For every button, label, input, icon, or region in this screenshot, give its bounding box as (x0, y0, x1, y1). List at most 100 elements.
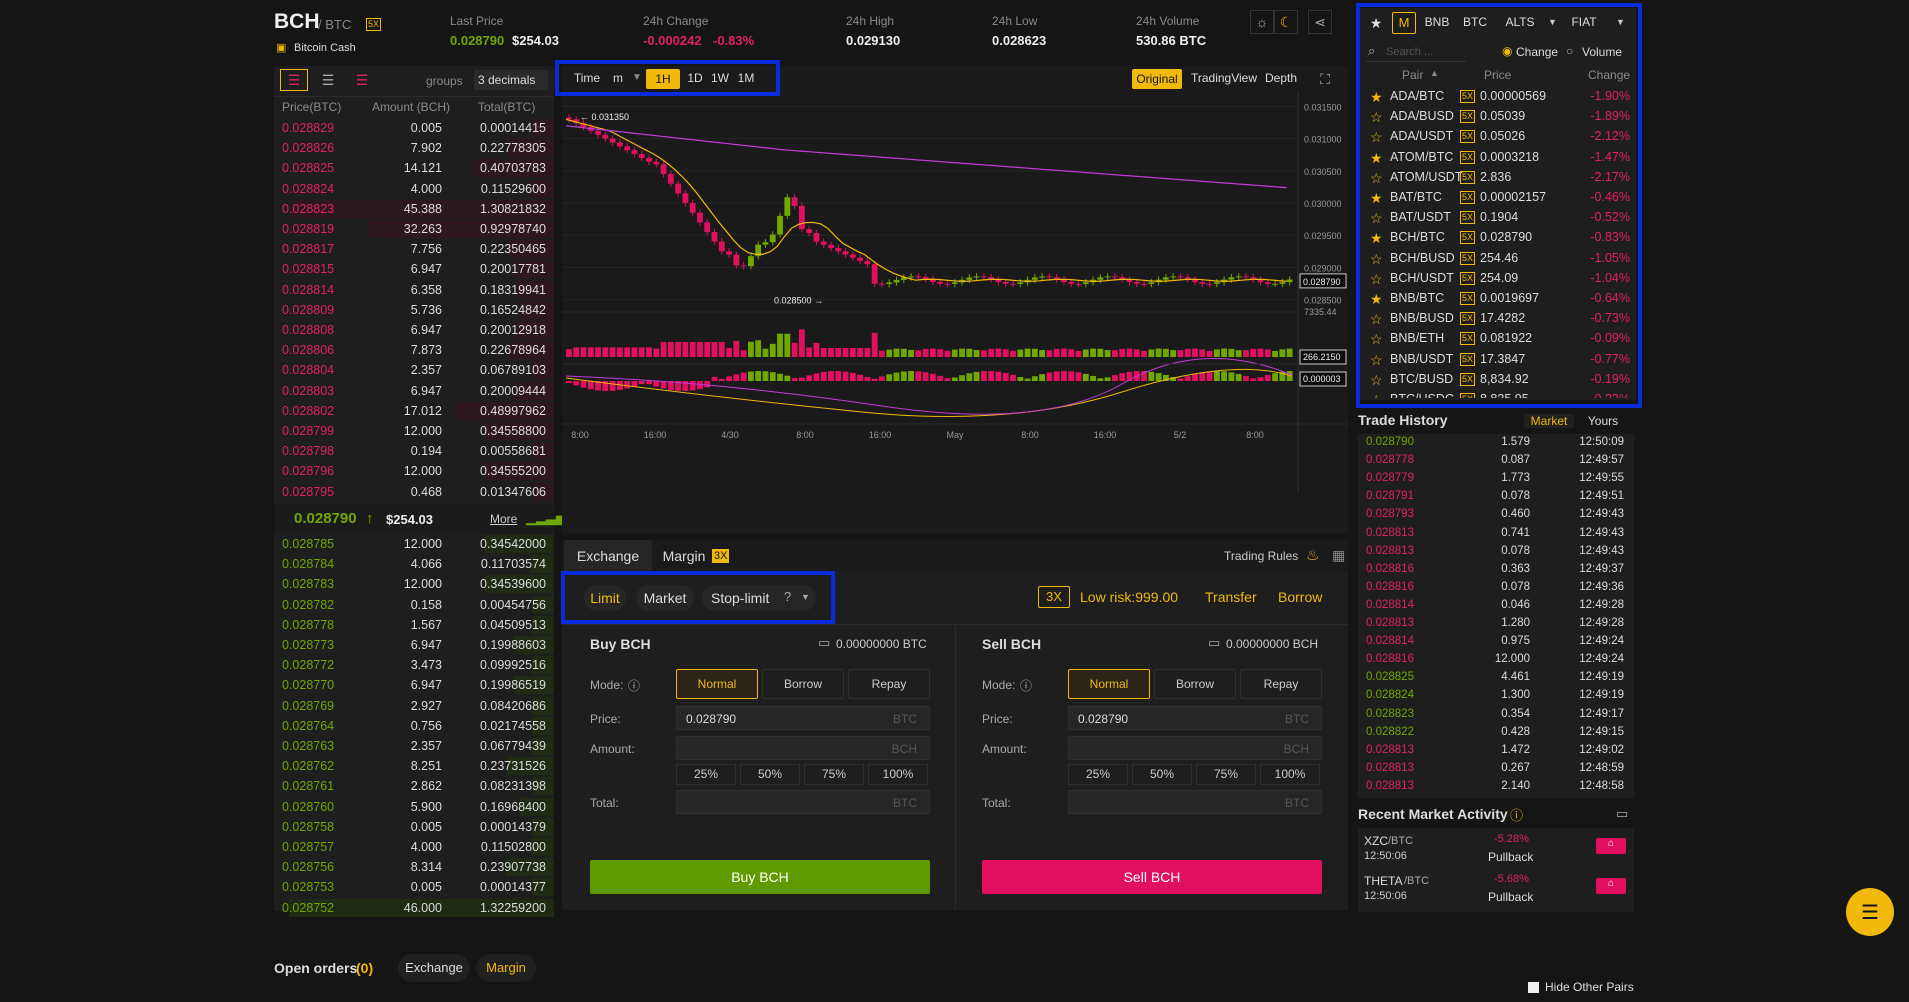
pair-row[interactable]: ★ ADA/BTC 5X 0.00000569 -1.90% (1360, 86, 1636, 106)
price-input[interactable]: 0.028790 BTC (676, 706, 930, 730)
market-search[interactable]: ⌕ Search ... (1366, 42, 1466, 62)
orderbook-row[interactable]: 0.028799 12.000 0.34558800 (274, 421, 554, 441)
market-tab-alts[interactable]: ALTS (1500, 15, 1540, 29)
orderbook-row[interactable]: 0.028823 45.388 1.30821832 (274, 199, 554, 219)
sell-button[interactable]: Sell BCH (982, 860, 1322, 894)
activity-item[interactable]: XZC/BTC 12:50:06 -5.28% Pullback ⌂ (1358, 830, 1634, 870)
order-type-limit[interactable]: Limit (584, 585, 626, 611)
col-price-header[interactable]: Price (1484, 68, 1511, 82)
book-both-icon[interactable]: ☰ (280, 69, 308, 91)
orderbook-row[interactable]: 0.028826 7.902 0.22778305 (274, 138, 554, 158)
orderbook-row[interactable]: 0.028804 2.357 0.06789103 (274, 360, 554, 380)
hide-pairs-checkbox[interactable] (1528, 982, 1539, 993)
orderbook-row[interactable]: 0.028761 2.862 0.08231398 (274, 776, 554, 796)
chevron-down-icon[interactable]: ▼ (632, 72, 642, 83)
radio-volume-label[interactable]: Volume (1582, 45, 1622, 59)
leverage-button[interactable]: 3X (1038, 586, 1070, 608)
more-link[interactable]: More (490, 512, 517, 526)
percent-100[interactable]: 100% (868, 764, 928, 785)
pair-row[interactable]: ☆ ADA/BUSD 5X 0.05039 -1.89% (1360, 106, 1636, 126)
dark-theme-icon[interactable]: ☾ (1274, 10, 1298, 34)
orderbook-row[interactable]: 0.028806 7.873 0.22678964 (274, 340, 554, 360)
col-change-header[interactable]: Change (1588, 68, 1630, 82)
percent-50[interactable]: 50% (1132, 764, 1192, 785)
radio-change-icon[interactable]: ◉ (1502, 44, 1512, 58)
book-asks-icon[interactable]: ☰ (348, 69, 376, 91)
orderbook-row[interactable]: 0.028819 32.263 0.92978740 (274, 219, 554, 239)
history-tab-yours[interactable]: Yours (1580, 414, 1626, 428)
interval-1m[interactable]: 1M (734, 71, 758, 85)
pair-row[interactable]: ☆ BNB/BUSD 5X 17.4282 -0.73% (1360, 308, 1636, 328)
hide-pairs-label[interactable]: Hide Other Pairs (1545, 980, 1634, 994)
star-icon[interactable]: ☆ (1370, 109, 1383, 126)
orderbook-row[interactable]: 0.028798 0.194 0.00558681 (274, 441, 554, 461)
star-icon[interactable]: ☆ (1370, 372, 1383, 389)
market-tab-fiat[interactable]: FIAT (1564, 15, 1604, 29)
orderbook-row[interactable]: 0.028758 0.005 0.00014379 (274, 817, 554, 837)
percent-100[interactable]: 100% (1260, 764, 1320, 785)
sort-asc-icon[interactable]: ▲ (1430, 68, 1439, 78)
orderbook-row[interactable]: 0.028802 17.012 0.48997962 (274, 401, 554, 421)
mode-borrow[interactable]: Borrow (762, 669, 844, 699)
star-icon[interactable]: ☆ (1370, 210, 1383, 227)
star-icon[interactable]: ☆ (1370, 311, 1383, 328)
star-icon[interactable]: ☆ (1370, 352, 1383, 369)
trading-rules-link[interactable]: Trading Rules (1224, 549, 1298, 563)
radio-volume-icon[interactable]: ○ (1566, 44, 1573, 58)
orderbook-row[interactable]: 0.028817 7.756 0.22350465 (274, 239, 554, 259)
pair-row[interactable]: ☆ BAT/USDT 5X 0.1904 -0.52% (1360, 207, 1636, 227)
help-icon[interactable]: ⓘ (1510, 805, 1523, 824)
interval-1h[interactable]: 1H (646, 69, 680, 89)
pair-row[interactable]: ★ ATOM/BTC 5X 0.0003218 -1.47% (1360, 147, 1636, 167)
orderbook-row[interactable]: 0.028803 6.947 0.20009444 (274, 381, 554, 401)
view-original[interactable]: Original (1132, 69, 1182, 89)
orderbook-row[interactable]: 0.028756 8.314 0.23907738 (274, 857, 554, 877)
orderbook-row[interactable]: 0.028783 12.000 0.34539600 (274, 574, 554, 594)
chevron-down-icon[interactable]: ▼ (801, 592, 810, 602)
mode-normal[interactable]: Normal (1068, 669, 1150, 699)
orderbook-row[interactable]: 0.028825 14.121 0.40703783 (274, 158, 554, 178)
chat-support-icon[interactable]: ☰ (1846, 888, 1894, 936)
orderbook-row[interactable]: 0.028782 0.158 0.00454756 (274, 595, 554, 615)
amount-input[interactable]: BCH (1068, 736, 1322, 760)
percent-25[interactable]: 25% (1068, 764, 1128, 785)
pair-row[interactable]: ☆ BNB/USDT 5X 17.3847 -0.77% (1360, 349, 1636, 369)
percent-50[interactable]: 50% (740, 764, 800, 785)
orderbook-row[interactable]: 0.028764 0.756 0.02174558 (274, 716, 554, 736)
total-input[interactable]: BTC (1068, 790, 1322, 814)
pair-row[interactable]: ☆ ATOM/USDT 5X 2.836 -2.17% (1360, 167, 1636, 187)
price-input[interactable]: 0.028790 BTC (1068, 706, 1322, 730)
star-icon[interactable]: ★ (1370, 150, 1383, 167)
orderbook-row[interactable]: 0.028796 12.000 0.34555200 (274, 461, 554, 481)
mode-normal[interactable]: Normal (676, 669, 758, 699)
star-icon[interactable]: ★ (1370, 190, 1383, 207)
light-theme-icon[interactable]: ☼ (1250, 10, 1274, 34)
orderbook-row[interactable]: 0.028752 46.000 1.32259200 (274, 898, 554, 918)
pair-row[interactable]: ☆ BTC/BUSD 5X 8,834.92 -0.19% (1360, 369, 1636, 389)
pair-row[interactable]: ☆ ADA/USDT 5X 0.05026 -2.12% (1360, 126, 1636, 146)
orderbook-row[interactable]: 0.028795 0.468 0.01347606 (274, 482, 554, 502)
orderbook-row[interactable]: 0.028808 6.947 0.20012918 (274, 320, 554, 340)
order-type-stoplimit[interactable]: Stop-limit ? ▼ (702, 585, 816, 611)
orderbook-row[interactable]: 0.028757 4.000 0.11502800 (274, 837, 554, 857)
orderbook-row[interactable]: 0.028753 0.005 0.00014377 (274, 877, 554, 897)
time-button[interactable]: Time (570, 71, 604, 85)
orderbook-row[interactable]: 0.028829 0.005 0.00014415 (274, 118, 554, 138)
star-icon[interactable]: ☆ (1370, 392, 1383, 398)
mode-repay[interactable]: Repay (1240, 669, 1322, 699)
orderbook-row[interactable]: 0.028809 5.736 0.16524842 (274, 300, 554, 320)
orderbook-row[interactable]: 0.028772 3.473 0.09992516 (274, 655, 554, 675)
share-icon[interactable]: ⋖ (1308, 10, 1332, 34)
book-bids-icon[interactable]: ☰ (314, 69, 342, 91)
transfer-link[interactable]: Transfer (1205, 589, 1257, 605)
chevron-down-icon[interactable]: ▼ (1548, 17, 1557, 27)
tab-margin[interactable]: Margin (658, 540, 710, 572)
fullscreen-icon[interactable]: ⛶ (1314, 69, 1336, 89)
coin-name[interactable]: Bitcoin Cash (294, 42, 356, 54)
mode-borrow[interactable]: Borrow (1154, 669, 1236, 699)
star-icon[interactable]: ☆ (1370, 331, 1383, 348)
order-type-market[interactable]: Market (636, 585, 694, 611)
star-icon[interactable]: ☆ (1370, 271, 1383, 288)
orderbook-row[interactable]: 0.028785 12.000 0.34542000 (274, 534, 554, 554)
orders-tab-margin[interactable]: Margin (476, 954, 536, 982)
